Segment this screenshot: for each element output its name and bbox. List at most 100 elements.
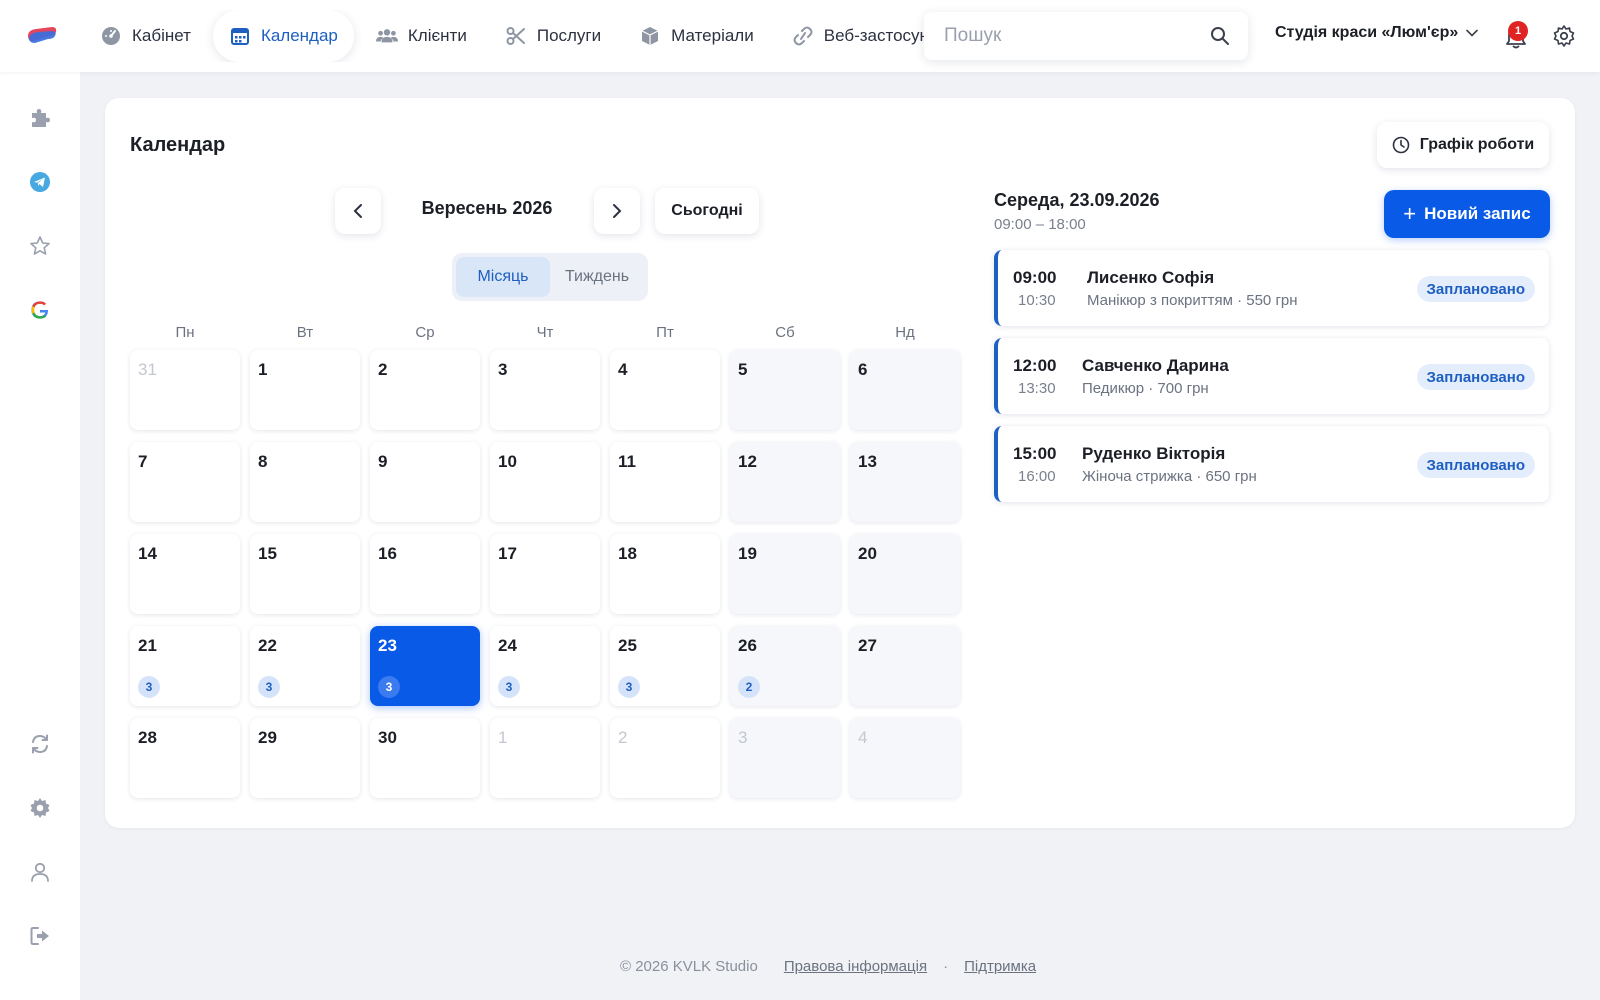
google-icon[interactable]: [28, 298, 52, 322]
calendar-day[interactable]: 14: [130, 534, 240, 614]
calendar-day[interactable]: 11: [610, 442, 720, 522]
calendar-day[interactable]: 24 3: [490, 626, 600, 706]
clock-icon: [1392, 136, 1410, 154]
app-logo-icon[interactable]: [26, 24, 58, 48]
logout-icon[interactable]: [28, 924, 52, 948]
day-number: 7: [138, 452, 148, 471]
appointment-details: Педикюр · 700 грн: [1082, 380, 1209, 397]
weekday-label: Нд: [895, 324, 915, 341]
calendar-day[interactable]: 17: [490, 534, 600, 614]
day-number: 17: [498, 544, 517, 563]
appointment-client: Савченко Дарина: [1082, 356, 1229, 375]
sync-icon[interactable]: [28, 732, 52, 756]
calendar-day[interactable]: 3: [730, 718, 840, 798]
prev-month-button[interactable]: [335, 188, 381, 234]
weekday-label: Чт: [536, 324, 554, 341]
nav-label: Веб-застосунок: [823, 26, 926, 45]
calendar-day[interactable]: 27: [850, 626, 960, 706]
gear-icon[interactable]: [1552, 24, 1576, 48]
appointment-card[interactable]: 15:00 16:00 Руденко Вікторія Жіноча стри…: [994, 426, 1549, 502]
appointment-client: Руденко Вікторія: [1082, 444, 1226, 463]
new-appointment-button[interactable]: + Новий запис: [1384, 190, 1550, 238]
view-option-month[interactable]: Місяць: [456, 257, 550, 297]
support-link[interactable]: Підтримка: [964, 958, 1036, 975]
calendar-day[interactable]: 4: [850, 718, 960, 798]
calendar-day[interactable]: 5: [730, 350, 840, 430]
calendar-day[interactable]: 30: [370, 718, 480, 798]
day-number: 26: [738, 636, 757, 655]
calendar-day[interactable]: 19: [730, 534, 840, 614]
day-number: 4: [618, 360, 628, 379]
nav-item-clients[interactable]: Клієнти: [360, 10, 483, 62]
today-button[interactable]: Сьогодні: [655, 188, 759, 234]
calendar-day[interactable]: 8: [250, 442, 360, 522]
calendar-day[interactable]: 16: [370, 534, 480, 614]
calendar-day[interactable]: 22 3: [250, 626, 360, 706]
search-input[interactable]: [944, 25, 1210, 47]
calendar-day[interactable]: 10: [490, 442, 600, 522]
search-box: [924, 12, 1248, 60]
legal-link[interactable]: Правова інформація: [784, 958, 927, 975]
studio-name: Студія краси «Люм'єр»: [1275, 24, 1459, 41]
calendar-day[interactable]: 15: [250, 534, 360, 614]
appointment-card[interactable]: 09:00 10:30 Лисенко Софія Манікюр з покр…: [994, 250, 1549, 326]
calendar-day[interactable]: 6: [850, 350, 960, 430]
day-number: 1: [498, 728, 508, 747]
day-number: 4: [858, 728, 868, 747]
dashboard-icon: [100, 25, 122, 47]
day-number: 18: [618, 544, 637, 563]
scissors-icon: [505, 25, 527, 47]
nav-item-materials[interactable]: Матеріали: [623, 10, 770, 62]
calendar-day[interactable]: 4: [610, 350, 720, 430]
calendar-day[interactable]: 25 3: [610, 626, 720, 706]
calendar-day[interactable]: 7: [130, 442, 240, 522]
telegram-icon[interactable]: [28, 170, 52, 194]
day-number: 9: [378, 452, 388, 471]
settings-icon[interactable]: [28, 796, 52, 820]
calendar-day[interactable]: 18: [610, 534, 720, 614]
day-number: 6: [858, 360, 868, 379]
nav-item-web-app[interactable]: Веб-застосунок: [776, 10, 926, 62]
user-icon[interactable]: [28, 860, 52, 884]
calendar-day[interactable]: 9: [370, 442, 480, 522]
calendar-day[interactable]: 26 2: [730, 626, 840, 706]
calendar-day[interactable]: 1: [250, 350, 360, 430]
nav-item-calendar[interactable]: Календар: [212, 10, 354, 62]
nav-label: Клієнти: [407, 26, 467, 45]
nav-item-services[interactable]: Послуги: [489, 10, 617, 62]
appointment-card[interactable]: 12:00 13:30 Савченко Дарина Педикюр · 70…: [994, 338, 1549, 414]
puzzle-icon[interactable]: [28, 106, 52, 130]
appointment-count-badge: 3: [378, 676, 400, 698]
day-number: 25: [618, 636, 637, 655]
calendar-day[interactable]: 2: [370, 350, 480, 430]
day-number: 20: [858, 544, 877, 563]
calendar-day[interactable]: 21 3: [130, 626, 240, 706]
calendar-day[interactable]: 29: [250, 718, 360, 798]
calendar-day[interactable]: 1: [490, 718, 600, 798]
work-schedule-button[interactable]: Графік роботи: [1377, 122, 1549, 168]
day-number: 13: [858, 452, 877, 471]
appointment-count-badge: 3: [498, 676, 520, 698]
search-icon[interactable]: [1210, 26, 1230, 46]
calendar-day[interactable]: 2: [610, 718, 720, 798]
nav-item-cabinet[interactable]: Кабінет: [84, 10, 207, 62]
studio-selector[interactable]: Студія краси «Люм'єр»: [1275, 24, 1479, 42]
calendar-day-selected[interactable]: 23 3: [370, 626, 480, 706]
chevron-down-icon: [1466, 29, 1479, 37]
calendar-day[interactable]: 28: [130, 718, 240, 798]
next-month-button[interactable]: [594, 188, 640, 234]
month-label: Вересень 2026: [421, 198, 553, 218]
weekday-label: Вт: [296, 324, 314, 341]
calendar-day[interactable]: 13: [850, 442, 960, 522]
calendar-day[interactable]: 20: [850, 534, 960, 614]
view-option-week[interactable]: Тиждень: [550, 257, 644, 297]
calendar-day[interactable]: 31: [130, 350, 240, 430]
calendar-day[interactable]: 3: [490, 350, 600, 430]
day-number: 2: [378, 360, 388, 379]
calendar-day[interactable]: 12: [730, 442, 840, 522]
appointment-start: 09:00: [1013, 268, 1057, 287]
status-badge: Заплановано: [1416, 364, 1535, 390]
star-icon[interactable]: [28, 234, 52, 258]
weekday-label: Сб: [775, 324, 795, 341]
copyright: © 2026 KVLK Studio: [620, 958, 758, 975]
